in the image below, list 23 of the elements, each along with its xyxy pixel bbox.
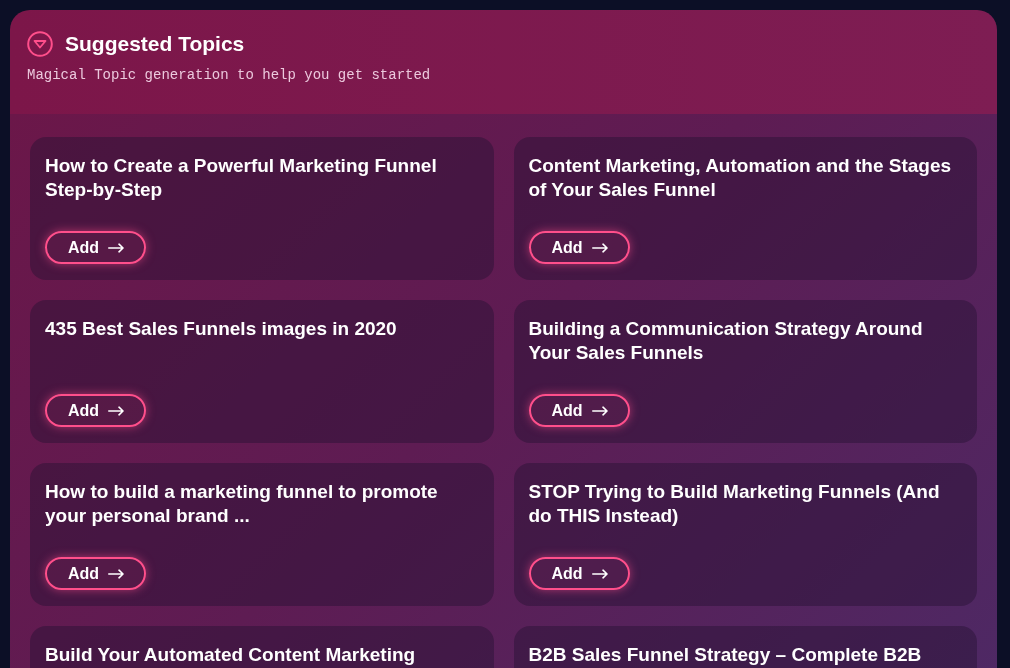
topic-title: Building a Communication Strategy Around Your Sales Funnels <box>528 317 924 365</box>
topic-title: Build Your Automated Content Marketing <box>45 643 417 667</box>
add-button[interactable]: Add <box>45 557 147 590</box>
arrow-right-icon <box>108 405 125 416</box>
panel-title: Suggested Topics <box>65 31 245 57</box>
arrow-right-icon <box>108 568 125 579</box>
triangle-circle-icon <box>27 31 53 57</box>
add-button[interactable]: Add <box>528 231 630 264</box>
arrow-right-icon <box>108 242 125 253</box>
topic-title: How to Create a Powerful Marketing Funnel Step-by-Step <box>45 154 438 202</box>
add-button[interactable]: Add <box>528 394 630 427</box>
arrow-right-icon <box>591 242 608 253</box>
topic-title: STOP Trying to Build Marketing Funnels (And do THIS Instead) <box>528 480 941 528</box>
topic-title: 435 Best Sales Funnels images in 2020 <box>45 317 398 341</box>
topic-title: How to build a marketing funnel to promote your personal brand ... <box>45 480 439 528</box>
add-button[interactable]: Add <box>45 231 147 264</box>
arrow-right-icon <box>591 405 608 416</box>
topic-title: B2B Sales Funnel Strategy – Complete B2B <box>528 643 923 667</box>
add-button[interactable]: Add <box>528 557 630 590</box>
panel-subtitle: Magical Topic generation to help you get started <box>27 66 432 84</box>
add-button[interactable]: Add <box>45 394 147 427</box>
topic-title: Content Marketing, Automation and the Stages of Your Sales Funnel <box>528 154 953 202</box>
arrow-right-icon <box>591 568 608 579</box>
